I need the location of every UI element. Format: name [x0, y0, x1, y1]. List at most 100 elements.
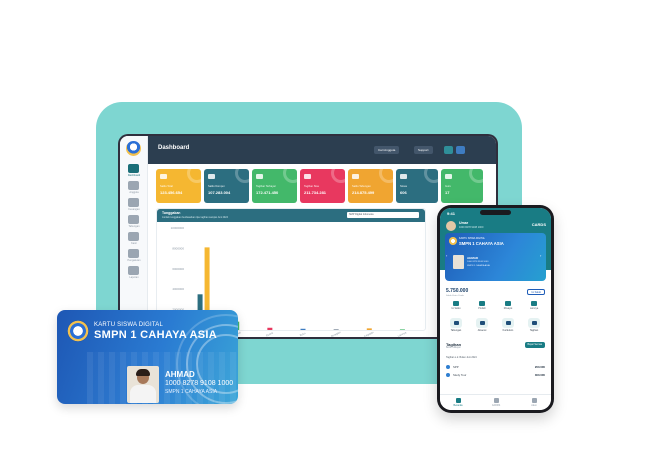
menu-label: Absensi [477, 329, 487, 332]
stat-card-saldo-total[interactable]: Saldo Total 123.456.654 [156, 169, 201, 203]
menu-label: Kurikulum [502, 329, 514, 332]
user-icon [531, 398, 537, 403]
x-tick-label: Buku [299, 331, 307, 337]
stat-card-guru[interactable]: Guru 17 [441, 169, 483, 203]
wallet-icon[interactable] [128, 198, 139, 207]
sidebar-item-keuangan[interactable]: Keuangan [123, 208, 145, 211]
teacher-icon [445, 174, 452, 179]
bill-dot-icon [446, 373, 450, 377]
bar[interactable] [267, 327, 273, 330]
card-kicker: KARTU SISWA DIGITAL [94, 322, 164, 328]
bar[interactable] [399, 329, 405, 330]
dashboard-icon[interactable] [128, 164, 139, 173]
avatar[interactable] [446, 221, 456, 231]
menu-tagihan[interactable]: Tagihan [524, 318, 544, 332]
nav-akun[interactable]: Akun [522, 398, 546, 407]
student-name: AHMAD [165, 370, 195, 379]
menu-label: Tabungan [450, 329, 462, 332]
stat-value: 211.734.281 [304, 190, 327, 195]
bill-name: Study Tour [453, 373, 467, 377]
stat-card-tagihan-sisa[interactable]: Tagihan Sisa 211.734.281 [300, 169, 345, 203]
bill-icon [304, 174, 311, 179]
action-label: Riwayat [503, 307, 513, 310]
student-school: SMPN 1 CAHAYA ASIA [467, 265, 490, 267]
stat-value: 123.456.654 [160, 190, 183, 195]
chevron-left-icon[interactable]: ‹ [446, 253, 451, 258]
menu-kurikulum[interactable]: Kurikulum [498, 318, 518, 332]
stat-label: Tagihan Sisa [304, 185, 319, 188]
bill-icon [528, 318, 540, 328]
x-tick-label: Ekstra [265, 330, 274, 337]
y-tick-label: 4000000 [172, 287, 184, 291]
balance-label: Saldo Kartu Cards [446, 295, 464, 297]
action-riwayat[interactable]: Riwayat [498, 301, 518, 310]
sidebar-item-anggota[interactable]: Anggota [123, 191, 145, 194]
users-icon[interactable] [128, 181, 139, 190]
y-tick-label: 10000000 [171, 226, 185, 230]
pay-all-button[interactable]: Bayar Semua [524, 342, 545, 348]
brand-logo: CARDS [531, 222, 546, 227]
sidebar-item-tabungan[interactable]: Tabungan [123, 225, 145, 228]
savings-icon[interactable] [128, 215, 139, 224]
bills-period: Tagihan s.d. Bulan Juni 2024 [446, 356, 477, 359]
savings-icon [450, 318, 462, 328]
stat-card-saldo-dompet[interactable]: Saldo Dompet 107.283.004 [204, 169, 249, 203]
support-button[interactable]: Support [414, 146, 433, 154]
coin-icon [160, 174, 167, 179]
report-icon[interactable] [128, 266, 139, 275]
stat-card-siswa[interactable]: Siswa 606 [396, 169, 438, 203]
chevron-right-icon[interactable]: › [540, 253, 545, 258]
bar[interactable] [366, 328, 372, 330]
sidebar: Dashboard Anggota Keuangan Tabungan Kasi… [120, 136, 148, 337]
stat-cards: Saldo Total 123.456.654 Saldo Dompet 107… [156, 169, 488, 203]
stat-card-tagihan-terbayar[interactable]: Tagihan Terbayar 172.471.450 [252, 169, 297, 203]
profile-icon[interactable] [456, 146, 465, 154]
book-icon [502, 318, 514, 328]
chart-title: Tunggakan [162, 211, 181, 215]
bar[interactable] [333, 329, 339, 330]
student-number: 1000 8278 9108 1000 [165, 380, 234, 387]
stat-label: Saldo Total [160, 185, 173, 188]
school-select[interactable]: SMP Digital Indonesia [347, 212, 419, 218]
action-isi-saldo[interactable]: Isi Saldo [446, 301, 466, 310]
bar[interactable] [300, 328, 306, 330]
bill-row[interactable]: Study Tour 300.000 [446, 372, 545, 379]
x-tick-label: Seragam [330, 330, 341, 337]
more-icon [531, 301, 537, 306]
student-name: AHMAD [467, 256, 479, 260]
nav-beranda[interactable]: Beranda [446, 398, 470, 407]
stat-label: Tagihan Terbayar [256, 185, 276, 188]
bill-row[interactable]: SPP 200.000 [446, 364, 545, 371]
menu-label: Tagihan [529, 329, 539, 332]
nav-cards[interactable]: CARDS [484, 398, 508, 407]
sidebar-item-pengaturan[interactable]: Pengaturan [123, 259, 145, 262]
y-tick-label: 8000000 [172, 246, 184, 250]
school-logo [449, 237, 457, 245]
stat-value: 606 [400, 190, 407, 195]
transfer-icon [479, 301, 485, 306]
stat-value: 172.471.450 [256, 190, 279, 195]
student-photo [127, 366, 159, 403]
action-label: Pindah [478, 307, 486, 310]
cashier-icon[interactable] [128, 232, 139, 241]
settings-icon[interactable] [128, 249, 139, 258]
menu-tabungan[interactable]: Tabungan [446, 318, 466, 332]
menu-absensi[interactable]: Absensi [472, 318, 492, 332]
notification-icon[interactable] [444, 146, 453, 154]
search-member-button[interactable]: Cari Anggota [374, 146, 400, 154]
action-pindah[interactable]: Pindah [472, 301, 492, 310]
sidebar-item-kasir[interactable]: Kasir [123, 242, 145, 245]
stat-card-saldo-tabungan[interactable]: Saldo Tabungan 214.875.499 [348, 169, 393, 203]
piggy-bank-icon [352, 174, 359, 179]
action-label: Lainnya [529, 307, 539, 310]
topup-button[interactable]: Isi Saldo [527, 289, 545, 295]
action-lainnya[interactable]: Lainnya [524, 301, 544, 310]
digital-student-card[interactable]: KARTU SISWA DIGITAL SMPN 1 CAHAYA ASIA ‹… [445, 233, 546, 281]
sidebar-item-dashboard[interactable]: Dashboard [123, 174, 145, 177]
bill-amount: 300.000 [534, 373, 545, 377]
x-tick-label: Lainnya [397, 330, 407, 337]
sidebar-item-laporan[interactable]: Laporan [123, 276, 145, 279]
student-icon [400, 174, 407, 179]
nav-label: Beranda [453, 404, 463, 407]
wallet-icon [208, 174, 215, 179]
